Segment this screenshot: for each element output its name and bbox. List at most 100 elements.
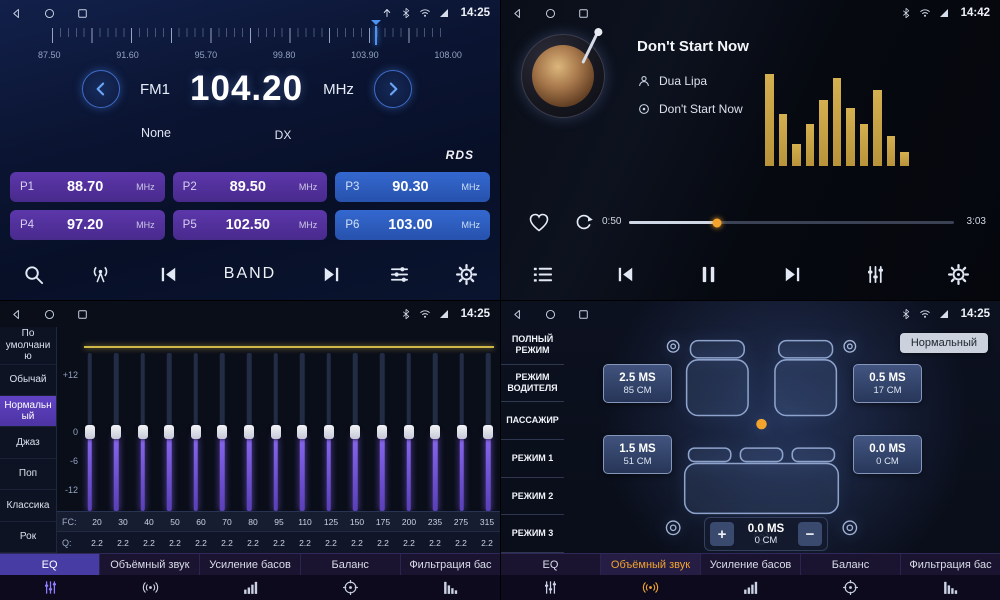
eq-preset-item[interactable]: Классика	[0, 490, 56, 521]
album-art[interactable]	[521, 34, 605, 118]
settings-gear-icon[interactable]	[455, 263, 478, 286]
home-icon[interactable]	[43, 308, 56, 321]
eq-band-slider[interactable]	[164, 353, 175, 511]
surround-mode-2[interactable]: РЕЖИМ ВОДИТЕЛЯ	[501, 365, 564, 403]
back-icon[interactable]	[511, 7, 524, 20]
slider-handle[interactable]	[191, 425, 201, 439]
surround-mode-6[interactable]: РЕЖИМ 3	[501, 515, 564, 553]
eq-band-slider[interactable]	[111, 353, 122, 511]
bass-tab-icon[interactable]	[701, 575, 801, 600]
filter-tab-icon[interactable]	[400, 575, 500, 600]
pause-icon[interactable]	[697, 263, 720, 286]
home-icon[interactable]	[544, 308, 557, 321]
eq-band-slider[interactable]	[456, 353, 467, 511]
tab-bass[interactable]: Усиление басов	[701, 554, 801, 575]
surround-mode-4[interactable]: РЕЖИМ 1	[501, 440, 564, 478]
previous-station-icon[interactable]	[157, 263, 180, 286]
increase-delay-button[interactable]: +	[710, 522, 734, 546]
radio-preset-p6[interactable]: P6103.00MHz	[335, 210, 490, 240]
balance-tab-icon[interactable]	[800, 575, 900, 600]
tab-balance[interactable]: Баланс	[801, 554, 901, 575]
tab-surround[interactable]: Объёмный звук	[601, 554, 701, 575]
tab-eq[interactable]: EQ	[501, 554, 601, 575]
progress-thumb[interactable]	[712, 218, 721, 227]
search-icon[interactable]	[22, 263, 45, 286]
delay-box-front-right[interactable]: 0.5 MS 17 CM	[853, 364, 922, 403]
slider-handle[interactable]	[430, 425, 440, 439]
eq-preset-item[interactable]: Поп	[0, 459, 56, 490]
tab-filter[interactable]: Фильтрация бас	[401, 554, 500, 575]
tab-surround[interactable]: Объёмный звук	[100, 554, 200, 575]
tab-filter[interactable]: Фильтрация бас	[901, 554, 1000, 575]
slider-handle[interactable]	[377, 425, 387, 439]
tab-bass[interactable]: Усиление басов	[200, 554, 300, 575]
eq-band-slider[interactable]	[297, 353, 308, 511]
bass-tab-icon[interactable]	[200, 575, 300, 600]
slider-handle[interactable]	[297, 425, 307, 439]
back-icon[interactable]	[10, 308, 23, 321]
home-icon[interactable]	[544, 7, 557, 20]
eq-band-slider[interactable]	[137, 353, 148, 511]
radio-preset-p3[interactable]: P390.30MHz	[335, 172, 490, 202]
recents-icon[interactable]	[76, 308, 89, 321]
settings-gear-icon[interactable]	[947, 263, 970, 286]
repeat-icon[interactable]	[573, 211, 595, 233]
radio-preset-p4[interactable]: P497.20MHz	[10, 210, 165, 240]
eq-band-slider[interactable]	[377, 353, 388, 511]
decrease-delay-button[interactable]: −	[798, 522, 822, 546]
slider-handle[interactable]	[111, 425, 121, 439]
audio-settings-icon[interactable]	[388, 263, 411, 286]
eq-preset-item[interactable]: Рок	[0, 522, 56, 553]
back-icon[interactable]	[10, 7, 23, 20]
delay-box-front-left[interactable]: 2.5 MS 85 CM	[603, 364, 672, 403]
equalizer-icon[interactable]	[864, 263, 887, 286]
slider-handle[interactable]	[404, 425, 414, 439]
profile-normal-button[interactable]: Нормальный	[900, 333, 988, 353]
eq-band-slider[interactable]	[323, 353, 334, 511]
tab-eq[interactable]: EQ	[0, 554, 100, 575]
home-icon[interactable]	[43, 7, 56, 20]
surround-tab-icon[interactable]	[100, 575, 200, 600]
back-icon[interactable]	[511, 308, 524, 321]
slider-handle[interactable]	[244, 425, 254, 439]
eq-preset-item[interactable]: По умолчанию	[0, 327, 56, 365]
seek-up-button[interactable]	[374, 70, 412, 108]
slider-handle[interactable]	[138, 425, 148, 439]
recents-icon[interactable]	[577, 7, 590, 20]
eq-band-slider[interactable]	[483, 353, 494, 511]
recents-icon[interactable]	[76, 7, 89, 20]
slider-handle[interactable]	[85, 425, 95, 439]
slider-handle[interactable]	[483, 425, 493, 439]
eq-band-slider[interactable]	[403, 353, 414, 511]
previous-track-icon[interactable]	[614, 263, 637, 286]
surround-mode-1[interactable]: ПОЛНЫЙ РЕЖИМ	[501, 327, 564, 365]
slider-handle[interactable]	[457, 425, 467, 439]
next-track-icon[interactable]	[781, 263, 804, 286]
balance-tab-icon[interactable]	[300, 575, 400, 600]
slider-handle[interactable]	[164, 425, 174, 439]
favorite-icon[interactable]	[527, 210, 551, 234]
slider-handle[interactable]	[350, 425, 360, 439]
recents-icon[interactable]	[577, 308, 590, 321]
next-station-icon[interactable]	[320, 263, 343, 286]
playlist-icon[interactable]	[531, 263, 554, 286]
tab-balance[interactable]: Баланс	[301, 554, 401, 575]
eq-preset-item[interactable]: Обычай	[0, 365, 56, 396]
eq-tab-icon[interactable]	[0, 575, 100, 600]
eq-band-slider[interactable]	[84, 353, 95, 511]
radio-preset-p2[interactable]: P289.50MHz	[173, 172, 328, 202]
seek-down-button[interactable]	[82, 70, 120, 108]
eq-band-slider[interactable]	[244, 353, 255, 511]
eq-band-slider[interactable]	[190, 353, 201, 511]
eq-preset-item[interactable]: Нормальный	[0, 396, 56, 427]
surround-mode-3[interactable]: ПАССАЖИР	[501, 402, 564, 440]
slider-handle[interactable]	[271, 425, 281, 439]
progress-bar[interactable]	[629, 221, 954, 224]
radio-preset-p5[interactable]: P5102.50MHz	[173, 210, 328, 240]
broadcast-icon[interactable]	[89, 263, 112, 286]
band-button[interactable]: BAND	[224, 265, 276, 283]
eq-band-slider[interactable]	[217, 353, 228, 511]
eq-preset-item[interactable]: Джаз	[0, 427, 56, 458]
slider-handle[interactable]	[324, 425, 334, 439]
slider-handle[interactable]	[217, 425, 227, 439]
